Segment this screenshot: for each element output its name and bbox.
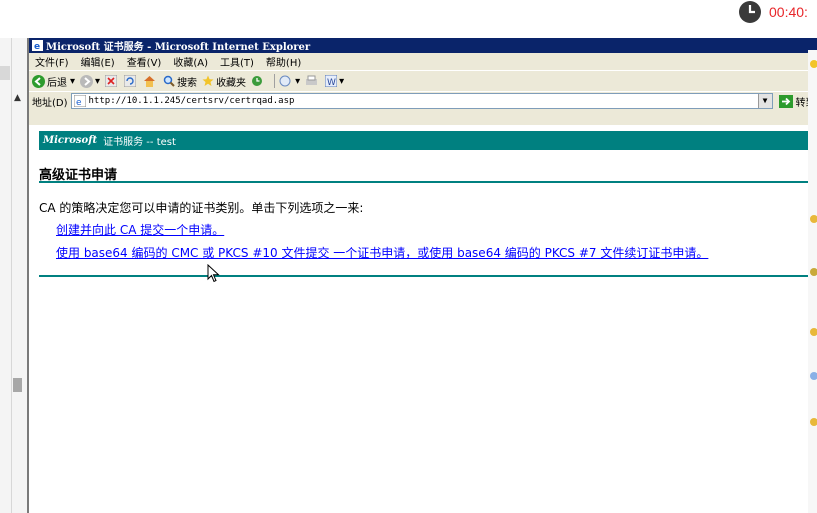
print-button[interactable] bbox=[305, 75, 320, 87]
edit-dropdown-icon[interactable]: ▾ bbox=[339, 76, 344, 87]
left-tab bbox=[0, 66, 10, 80]
favorites-button[interactable]: 收藏夹 bbox=[202, 74, 246, 89]
menu-file[interactable]: 文件(F) bbox=[35, 54, 69, 69]
address-bar: 地址(D) e http://10.1.1.245/certsrv/certrq… bbox=[29, 91, 817, 110]
history-icon bbox=[252, 76, 263, 86]
favorites-label: 收藏夹 bbox=[216, 77, 247, 89]
clock-icon bbox=[739, 1, 761, 23]
address-dropdown-icon[interactable]: ▼ bbox=[757, 94, 772, 108]
mail-dropdown-icon[interactable]: ▾ bbox=[295, 76, 300, 87]
print-icon bbox=[306, 75, 318, 85]
menu-favorites[interactable]: 收藏(A) bbox=[173, 54, 208, 69]
scroll-up-caret-icon[interactable]: ▲ bbox=[14, 93, 21, 103]
heading-rule bbox=[39, 181, 814, 183]
cert-service-banner: Microsoft 证书服务 -- test 主 bbox=[39, 131, 817, 150]
go-arrow-icon bbox=[778, 94, 793, 108]
home-button[interactable] bbox=[143, 75, 158, 87]
side-folder-icon[interactable] bbox=[810, 215, 817, 223]
banner-title: 证书服务 -- test bbox=[103, 137, 176, 148]
search-label: 搜索 bbox=[177, 77, 198, 89]
history-button[interactable] bbox=[251, 75, 265, 87]
star-icon bbox=[202, 75, 214, 86]
mail-icon bbox=[279, 75, 291, 87]
refresh-button[interactable] bbox=[124, 75, 138, 87]
host-top-bar: 00:40: bbox=[0, 0, 817, 38]
svg-text:W: W bbox=[327, 78, 336, 87]
right-side-panel bbox=[808, 50, 817, 513]
search-icon bbox=[163, 75, 175, 87]
page-icon: e bbox=[73, 95, 86, 107]
clock-time: 00:40: bbox=[769, 4, 808, 20]
create-request-link[interactable]: 创建并向此 CA 提交一个申请。 bbox=[56, 221, 224, 238]
address-label: 地址(D) bbox=[32, 97, 68, 109]
ie-logo-icon: e bbox=[32, 40, 43, 51]
svg-text:e: e bbox=[76, 98, 82, 107]
host-left-panel: ▲ bbox=[0, 38, 27, 513]
back-button[interactable]: 后退 ▾ bbox=[32, 74, 75, 89]
svg-text:e: e bbox=[34, 42, 40, 51]
title-bar[interactable]: e Microsoft 证书服务 - Microsoft Internet Ex… bbox=[29, 38, 817, 53]
edit-button[interactable]: W ▾ bbox=[325, 75, 344, 87]
bottom-rule bbox=[39, 275, 814, 277]
stop-button[interactable] bbox=[105, 75, 119, 87]
toolbar-separator bbox=[274, 74, 276, 88]
menu-bar: 文件(F) 编辑(E) 查看(V) 收藏(A) 工具(T) 帮助(H) bbox=[29, 53, 817, 70]
address-url: http://10.1.1.245/certsrv/certrqad.asp bbox=[88, 96, 295, 106]
back-label: 后退 bbox=[47, 77, 67, 89]
stop-icon bbox=[105, 75, 118, 87]
ie-window: e Microsoft 证书服务 - Microsoft Internet Ex… bbox=[27, 38, 817, 513]
side-page-icon[interactable] bbox=[810, 372, 817, 380]
home-icon bbox=[144, 76, 156, 87]
menu-edit[interactable]: 编辑(E) bbox=[81, 54, 115, 69]
address-input[interactable]: e http://10.1.1.245/certsrv/certrqad.asp… bbox=[70, 93, 773, 109]
scroll-marker[interactable] bbox=[13, 378, 22, 392]
submit-base64-request-link[interactable]: 使用 base64 编码的 CMC 或 PKCS #10 文件提交 一个证书申请… bbox=[56, 244, 708, 261]
side-search-icon[interactable] bbox=[810, 418, 817, 426]
side-folder-icon[interactable] bbox=[810, 60, 817, 68]
toolbar: 后退 ▾ ▾ 搜索 收藏夹 ▾ W ▾ bbox=[29, 70, 817, 91]
menu-tools[interactable]: 工具(T) bbox=[220, 54, 254, 69]
back-dropdown-icon[interactable]: ▾ bbox=[70, 76, 75, 87]
side-search-icon[interactable] bbox=[810, 268, 817, 276]
window-title: Microsoft 证书服务 - Microsoft Internet Expl… bbox=[46, 42, 311, 53]
forward-button[interactable]: ▾ bbox=[80, 74, 100, 88]
menu-help[interactable]: 帮助(H) bbox=[266, 54, 301, 69]
search-button[interactable]: 搜索 bbox=[163, 74, 197, 89]
banner-brand: Microsoft bbox=[43, 135, 98, 146]
page-content: Microsoft 证书服务 -- test 主 高级证书申请 CA 的策略决定… bbox=[29, 125, 817, 513]
mouse-pointer-icon bbox=[207, 264, 220, 283]
back-arrow-icon bbox=[32, 74, 45, 88]
forward-arrow-icon bbox=[80, 74, 94, 88]
refresh-icon bbox=[124, 75, 137, 87]
mail-button[interactable]: ▾ bbox=[279, 75, 300, 87]
forward-dropdown-icon[interactable]: ▾ bbox=[95, 76, 100, 87]
left-divider bbox=[11, 38, 12, 513]
recording-clock: 00:40: bbox=[739, 1, 808, 23]
menu-view[interactable]: 查看(V) bbox=[127, 54, 162, 69]
intro-text: CA 的策略决定您可以申请的证书类别。单击下列选项之一来: bbox=[39, 201, 364, 215]
word-edit-icon: W bbox=[325, 75, 338, 87]
side-help-icon[interactable] bbox=[810, 328, 817, 336]
